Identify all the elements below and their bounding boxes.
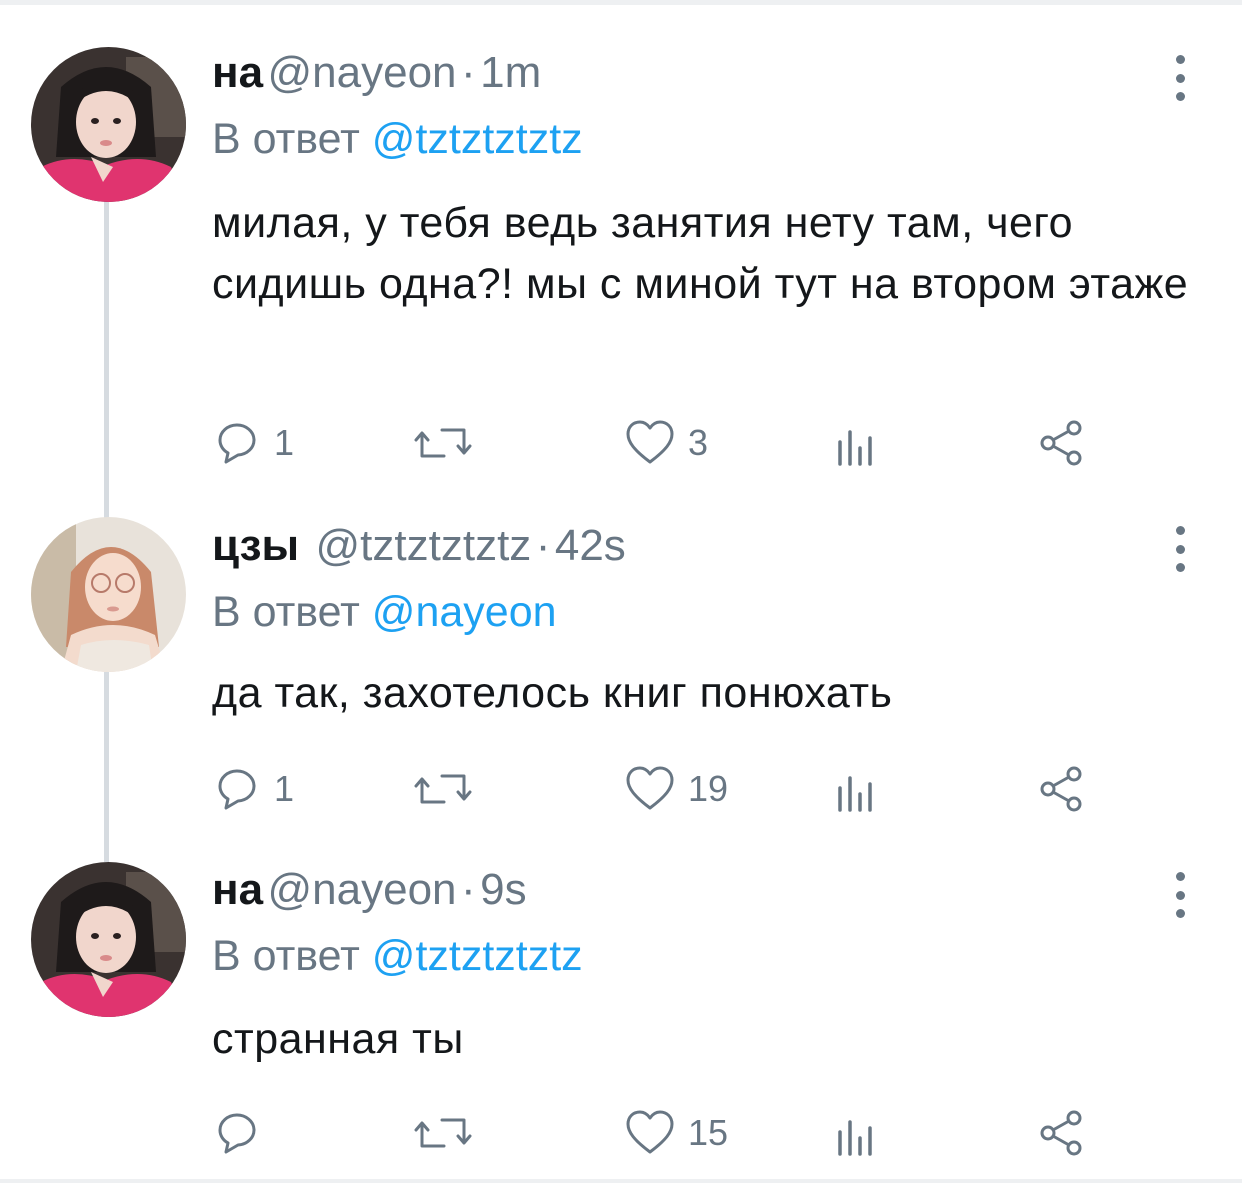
tweet-actions: 1 19 [212, 761, 1212, 817]
reply-to-link[interactable]: @tztztztztz [372, 115, 583, 163]
reply-icon [218, 1113, 256, 1154]
reply-context: В ответ @tztztztztz [212, 932, 583, 981]
tweet[interactable]: цзы @tztztztztz · 42s В ответ @nayeon да… [0, 505, 1242, 845]
tweet-text: да так, захотелось книг понюхать [212, 669, 893, 717]
tweet-header: на @nayeon · 9s [212, 865, 527, 925]
reply-to-link[interactable]: @nayeon [372, 588, 557, 636]
tweet-text: странная ты [212, 1015, 464, 1063]
analytics-button[interactable] [834, 761, 878, 817]
analytics-button[interactable] [834, 1105, 878, 1161]
separator-dot: · [460, 48, 476, 97]
reply-context: В ответ @nayeon [212, 588, 557, 637]
display-name[interactable]: на [212, 865, 263, 914]
user-handle[interactable]: @nayeon [268, 48, 457, 97]
reply-count: 1 [274, 768, 295, 809]
pink-sweater-avatar [31, 862, 186, 1017]
like-icon [626, 420, 674, 464]
reply-context: В ответ @tztztztztz [212, 115, 583, 164]
share-icon [1040, 420, 1082, 466]
analytics-icon [838, 776, 872, 812]
reply-icon [218, 423, 256, 464]
like-button[interactable]: 19 [624, 761, 728, 817]
user-handle[interactable]: @tztztztztz [316, 521, 532, 570]
reply-to-link[interactable]: @tztztztztz [372, 932, 583, 980]
avatar[interactable] [31, 517, 186, 672]
share-button[interactable] [1038, 1105, 1086, 1161]
glasses-girl-avatar [31, 517, 186, 672]
display-name[interactable]: на [212, 48, 263, 97]
share-button[interactable] [1038, 761, 1086, 817]
pink-sweater-avatar [31, 47, 186, 202]
avatar[interactable] [31, 47, 186, 202]
like-button[interactable]: 15 [624, 1105, 728, 1161]
share-icon [1040, 1110, 1082, 1156]
separator-dot: · [460, 865, 476, 914]
tweet-actions: 15 [212, 1105, 1212, 1161]
like-icon [626, 1110, 674, 1154]
analytics-icon [838, 1120, 872, 1156]
tweet[interactable]: на @nayeon · 1m В ответ @tztztztztz мила… [0, 0, 1242, 505]
like-count: 3 [688, 422, 709, 463]
reply-button[interactable]: 1 [212, 415, 294, 471]
tweet-header: цзы @tztztztztz · 42s [212, 521, 626, 581]
tweet-header: на @nayeon · 1m [212, 48, 541, 108]
share-icon [1040, 766, 1082, 812]
bottom-divider [0, 1179, 1242, 1183]
tweet-text: милая, у тебя ведь занятия нету там, чег… [212, 199, 1189, 308]
retweet-button[interactable] [412, 1105, 486, 1161]
like-count: 15 [688, 1112, 729, 1153]
more-icon[interactable] [1168, 872, 1192, 918]
timestamp[interactable]: 1m [480, 48, 541, 97]
reply-button[interactable] [212, 1105, 274, 1161]
more-icon[interactable] [1168, 526, 1192, 572]
tweet[interactable]: на @nayeon · 9s В ответ @tztztztztz стра… [0, 845, 1242, 1179]
display-name[interactable]: цзы [212, 521, 299, 570]
reply-button[interactable]: 1 [212, 761, 294, 817]
retweet-icon [414, 428, 472, 458]
reply-icon [218, 769, 256, 810]
separator-dot: · [535, 521, 551, 570]
user-handle[interactable]: @nayeon [268, 865, 457, 914]
like-button[interactable]: 3 [624, 415, 708, 471]
retweet-icon [414, 1118, 472, 1148]
reply-count: 1 [274, 422, 295, 463]
like-icon [626, 766, 674, 810]
tweet-actions: 1 3 [212, 415, 1212, 471]
reply-prefix: В ответ [212, 932, 360, 980]
timestamp[interactable]: 9s [480, 865, 526, 914]
more-icon[interactable] [1168, 55, 1192, 101]
analytics-button[interactable] [834, 415, 878, 471]
reply-prefix: В ответ [212, 115, 360, 163]
avatar[interactable] [31, 862, 186, 1017]
reply-prefix: В ответ [212, 588, 360, 636]
analytics-icon [838, 430, 872, 466]
retweet-icon [414, 774, 472, 804]
share-button[interactable] [1038, 415, 1086, 471]
timestamp[interactable]: 42s [555, 521, 626, 570]
retweet-button[interactable] [412, 415, 486, 471]
like-count: 19 [688, 768, 729, 809]
retweet-button[interactable] [412, 761, 486, 817]
